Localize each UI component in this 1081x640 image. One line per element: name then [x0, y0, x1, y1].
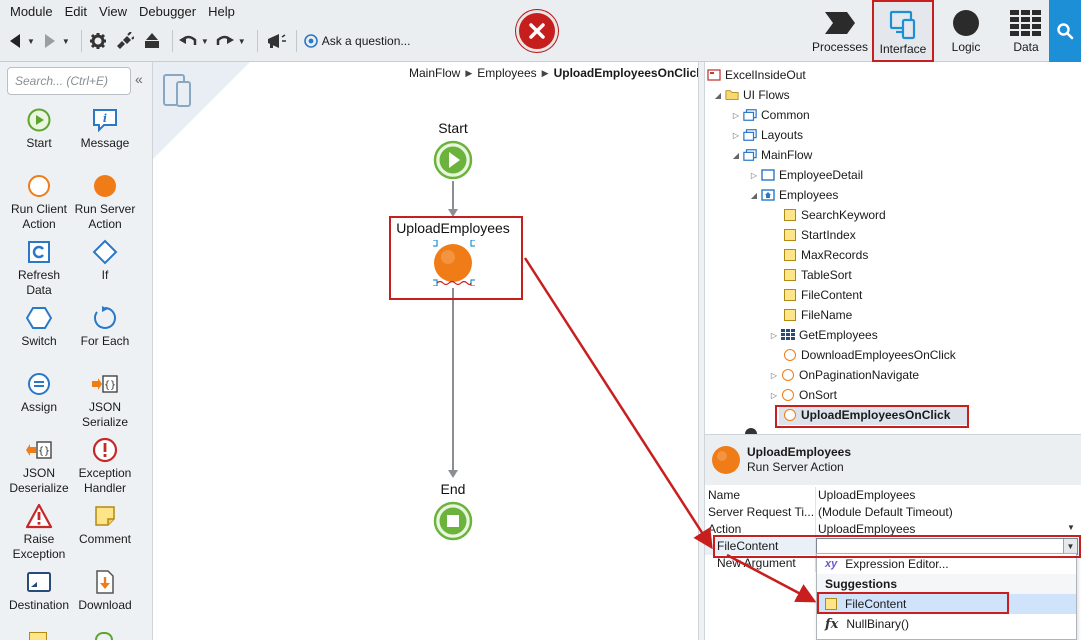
annotation-arrow [726, 553, 817, 603]
annotation-arrow [523, 257, 713, 550]
annotation-arrows [523, 257, 817, 603]
service-studio-window: Module Edit View Debugger Help ▼ ▼ ▼ ▼ A… [0, 0, 1081, 640]
